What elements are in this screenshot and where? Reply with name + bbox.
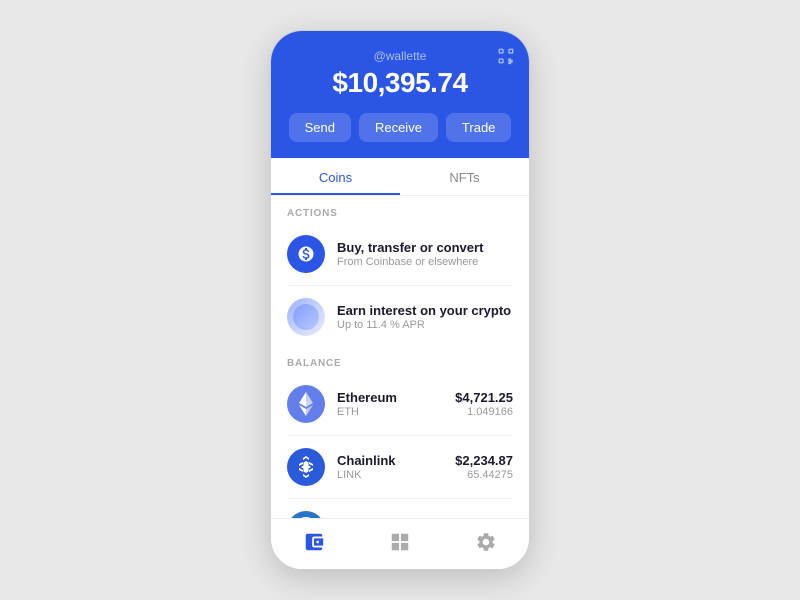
ethereum-name: Ethereum bbox=[337, 390, 443, 405]
chainlink-item[interactable]: Chainlink LINK $2,234.87 65.44275 bbox=[271, 438, 529, 496]
earn-interest-icon bbox=[287, 298, 325, 336]
ethereum-icon bbox=[287, 385, 325, 423]
trade-button[interactable]: Trade bbox=[446, 113, 511, 142]
divider-3 bbox=[287, 498, 513, 499]
chainlink-amount: $2,234.87 65.44275 bbox=[455, 453, 513, 481]
earn-interest-subtitle: Up to 11.4 % APR bbox=[337, 319, 513, 331]
scan-icon[interactable] bbox=[497, 47, 515, 70]
receive-button[interactable]: Receive bbox=[359, 113, 438, 142]
buy-transfer-text: Buy, transfer or convert From Coinbase o… bbox=[337, 240, 513, 268]
chainlink-symbol: LINK bbox=[337, 469, 443, 481]
usdc-icon: $ bbox=[287, 511, 325, 518]
chainlink-text: Chainlink LINK bbox=[337, 453, 443, 481]
earn-interest-item[interactable]: Earn interest on your crypto Up to 11.4 … bbox=[271, 288, 529, 346]
username: @wallette bbox=[374, 49, 427, 63]
nav-grid[interactable] bbox=[369, 529, 431, 555]
usdc-item[interactable]: $ USD Coin USDC $1,942.00 1,942.00 bbox=[271, 501, 529, 518]
chainlink-name: Chainlink bbox=[337, 453, 443, 468]
earn-bubble-inner bbox=[293, 304, 319, 330]
ethereum-qty: 1.049166 bbox=[455, 406, 513, 418]
ethereum-usd: $4,721.25 bbox=[455, 390, 513, 405]
chainlink-icon bbox=[287, 448, 325, 486]
earn-interest-text: Earn interest on your crypto Up to 11.4 … bbox=[337, 303, 513, 331]
balance-section-label: BALANCE bbox=[271, 346, 529, 375]
tab-nfts[interactable]: NFTs bbox=[400, 158, 529, 195]
ethereum-item[interactable]: Ethereum ETH $4,721.25 1.049166 bbox=[271, 375, 529, 433]
phone-frame: @wallette $10,395.74 Send Receive Trade … bbox=[270, 30, 530, 570]
nav-wallet[interactable] bbox=[283, 529, 345, 555]
action-buttons-row: Send Receive Trade bbox=[289, 113, 512, 142]
buy-transfer-item[interactable]: Buy, transfer or convert From Coinbase o… bbox=[271, 225, 529, 283]
ethereum-text: Ethereum ETH bbox=[337, 390, 443, 418]
divider-1 bbox=[287, 285, 513, 286]
content-area: ACTIONS Buy, transfer or convert From Co… bbox=[271, 196, 529, 518]
ethereum-symbol: ETH bbox=[337, 406, 443, 418]
send-button[interactable]: Send bbox=[289, 113, 351, 142]
buy-transfer-icon bbox=[287, 235, 325, 273]
balance-amount: $10,395.74 bbox=[332, 67, 467, 99]
actions-section-label: ACTIONS bbox=[271, 196, 529, 225]
bottom-nav bbox=[271, 518, 529, 569]
buy-transfer-title: Buy, transfer or convert bbox=[337, 240, 513, 255]
ethereum-amount: $4,721.25 1.049166 bbox=[455, 390, 513, 418]
header: @wallette $10,395.74 Send Receive Trade bbox=[271, 31, 529, 158]
buy-transfer-subtitle: From Coinbase or elsewhere bbox=[337, 256, 513, 268]
chainlink-qty: 65.44275 bbox=[455, 469, 513, 481]
divider-2 bbox=[287, 435, 513, 436]
nav-settings[interactable] bbox=[455, 529, 517, 555]
tab-coins[interactable]: Coins bbox=[271, 158, 400, 195]
chainlink-usd: $2,234.87 bbox=[455, 453, 513, 468]
earn-interest-title: Earn interest on your crypto bbox=[337, 303, 513, 318]
tabs: Coins NFTs bbox=[271, 158, 529, 196]
